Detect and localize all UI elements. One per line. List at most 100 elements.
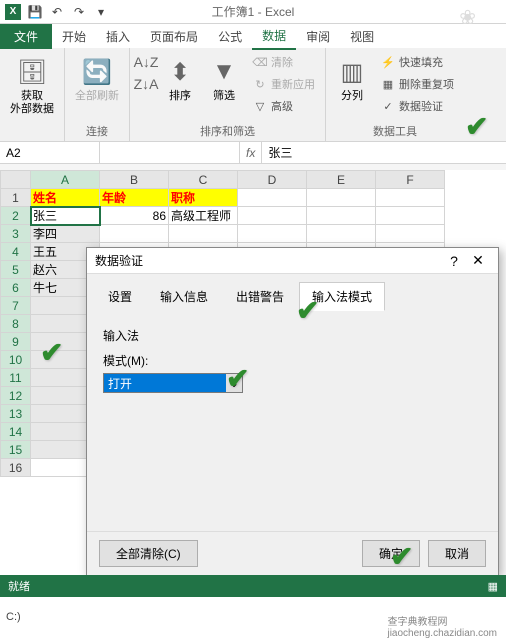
external-data-label: 获取 外部数据 — [10, 90, 54, 116]
data-tools-group-label: 数据工具 — [332, 123, 458, 139]
ribbon-tabs: 文件 开始 插入 页面布局 公式 数据 审阅 视图 — [0, 24, 506, 48]
btn-external-data[interactable]: 🗄 获取 外部数据 — [6, 52, 58, 120]
dialog-close-button[interactable]: ✕ — [466, 252, 490, 269]
fx-label[interactable]: fx — [240, 142, 262, 163]
cell-F1[interactable] — [376, 189, 445, 207]
row-header-13[interactable]: 13 — [1, 405, 31, 423]
tab-review[interactable]: 审阅 — [296, 24, 340, 49]
col-header-A[interactable]: A — [31, 171, 100, 189]
save-icon[interactable]: 💾 — [26, 3, 44, 21]
tab-view[interactable]: 视图 — [340, 24, 384, 49]
cell-A2[interactable]: 张三 — [31, 207, 100, 225]
cell-E2[interactable] — [307, 207, 376, 225]
row-header-9[interactable]: 9 — [1, 333, 31, 351]
dialog-titlebar[interactable]: 数据验证 ? ✕ — [87, 248, 498, 274]
cell-D2[interactable] — [238, 207, 307, 225]
col-header-D[interactable]: D — [238, 171, 307, 189]
name-box[interactable] — [0, 142, 100, 163]
btn-text-to-columns[interactable]: ▥ 分列 — [332, 52, 372, 107]
tab-error-alert[interactable]: 出错警告 — [223, 282, 297, 311]
sort-desc-icon[interactable]: Z↓A — [136, 74, 156, 94]
col-header-C[interactable]: C — [169, 171, 238, 189]
mode-select[interactable]: 打开 ⌄ — [103, 373, 243, 393]
btn-data-validation[interactable]: ✓数据验证 — [376, 96, 458, 116]
refresh-icon: 🔄 — [81, 56, 113, 88]
dialog-body: 输入法 模式(M): 打开 ⌄ — [87, 311, 498, 531]
ok-button[interactable]: 确定 — [362, 540, 420, 567]
row-header-5[interactable]: 5 — [1, 261, 31, 279]
row-header-16[interactable]: 16 — [1, 459, 31, 477]
tab-file[interactable]: 文件 — [0, 24, 52, 49]
row-header-6[interactable]: 6 — [1, 279, 31, 297]
clear-all-button[interactable]: 全部清除(C) — [99, 540, 198, 567]
group-connections: 🔄 全部刷新 连接 — [65, 48, 130, 141]
status-ready: 就绪 — [8, 578, 30, 594]
col-header-F[interactable]: F — [376, 171, 445, 189]
btn-sort[interactable]: ⬍ 排序 — [160, 52, 200, 107]
cell-C1[interactable]: 职称 — [169, 189, 238, 207]
tab-ime-mode[interactable]: 输入法模式 — [299, 282, 385, 311]
advanced-icon: ▽ — [252, 98, 268, 114]
formula-bar-row: fx — [0, 142, 506, 164]
sort-icon: ⬍ — [164, 56, 196, 88]
row-header-1[interactable]: 1 — [1, 189, 31, 207]
select-all-corner[interactable] — [1, 171, 31, 189]
btn-advanced-filter[interactable]: ▽高级 — [248, 96, 319, 116]
refresh-all-label: 全部刷新 — [75, 90, 119, 103]
row-header-4[interactable]: 4 — [1, 243, 31, 261]
cell-C2[interactable]: 高级工程师 — [169, 207, 238, 225]
tab-settings[interactable]: 设置 — [95, 282, 145, 311]
row-header-8[interactable]: 8 — [1, 315, 31, 333]
watermark: 查字典教程网 jiaocheng.chazidian.com — [384, 612, 500, 640]
row-header-10[interactable]: 10 — [1, 351, 31, 369]
tab-home[interactable]: 开始 — [52, 24, 96, 49]
sort-filter-group-label: 排序和筛选 — [136, 123, 319, 139]
cell-F2[interactable] — [376, 207, 445, 225]
row-header-2[interactable]: 2 — [1, 207, 31, 225]
mode-select-value: 打开 — [108, 375, 132, 392]
tab-data[interactable]: 数据 — [252, 23, 296, 50]
row-header-11[interactable]: 11 — [1, 369, 31, 387]
view-normal-icon[interactable]: ▦ — [488, 580, 498, 593]
columns-icon: ▥ — [336, 56, 368, 88]
row-header-15[interactable]: 15 — [1, 441, 31, 459]
redo-icon[interactable]: ↷ — [70, 3, 88, 21]
btn-filter[interactable]: ▼ 筛选 — [204, 52, 244, 107]
cell-B1[interactable]: 年龄 — [100, 189, 169, 207]
sort-asc-icon[interactable]: A↓Z — [136, 52, 156, 72]
mode-label: 模式(M): — [103, 352, 482, 369]
filter-label: 筛选 — [213, 90, 235, 103]
undo-icon[interactable]: ↶ — [48, 3, 66, 21]
cancel-button[interactable]: 取消 — [428, 540, 486, 567]
tab-insert[interactable]: 插入 — [96, 24, 140, 49]
tab-input-message[interactable]: 输入信息 — [147, 282, 221, 311]
cell-B2[interactable]: 86 — [100, 207, 169, 225]
btn-reapply[interactable]: ↻重新应用 — [248, 74, 319, 94]
dialog-help-button[interactable]: ? — [442, 253, 466, 269]
btn-clear-filter[interactable]: ⌫清除 — [248, 52, 319, 72]
row-header-14[interactable]: 14 — [1, 423, 31, 441]
group-sort-filter: A↓Z Z↓A ⬍ 排序 ▼ 筛选 ⌫清除 ↻重新应用 ▽高级 排序和筛选 — [130, 48, 326, 141]
group-data-tools: ▥ 分列 ⚡快速填充 ▦删除重复项 ✓数据验证 数据工具 — [326, 48, 464, 141]
text-to-columns-label: 分列 — [341, 90, 363, 103]
row-header-7[interactable]: 7 — [1, 297, 31, 315]
dialog-title: 数据验证 — [95, 252, 442, 269]
qat-customize-icon[interactable]: ▾ — [92, 3, 110, 21]
row-header-12[interactable]: 12 — [1, 387, 31, 405]
cell-A3[interactable]: 李四 — [31, 225, 100, 243]
cell-D1[interactable] — [238, 189, 307, 207]
cell-E1[interactable] — [307, 189, 376, 207]
row-header-3[interactable]: 3 — [1, 225, 31, 243]
col-header-E[interactable]: E — [307, 171, 376, 189]
col-header-B[interactable]: B — [100, 171, 169, 189]
cell-A1[interactable]: 姓名 — [31, 189, 100, 207]
dialog-footer: 全部清除(C) 确定 取消 — [87, 531, 498, 575]
formula-bar[interactable] — [262, 142, 506, 163]
tab-layout[interactable]: 页面布局 — [140, 24, 208, 49]
tab-formulas[interactable]: 公式 — [208, 24, 252, 49]
btn-flash-fill[interactable]: ⚡快速填充 — [376, 52, 458, 72]
data-validation-dialog: 数据验证 ? ✕ 设置 输入信息 出错警告 输入法模式 输入法 模式(M): 打… — [86, 247, 499, 576]
btn-remove-duplicates[interactable]: ▦删除重复项 — [376, 74, 458, 94]
group-external-data: 🗄 获取 外部数据 — [0, 48, 65, 141]
btn-refresh-all[interactable]: 🔄 全部刷新 — [71, 52, 123, 107]
